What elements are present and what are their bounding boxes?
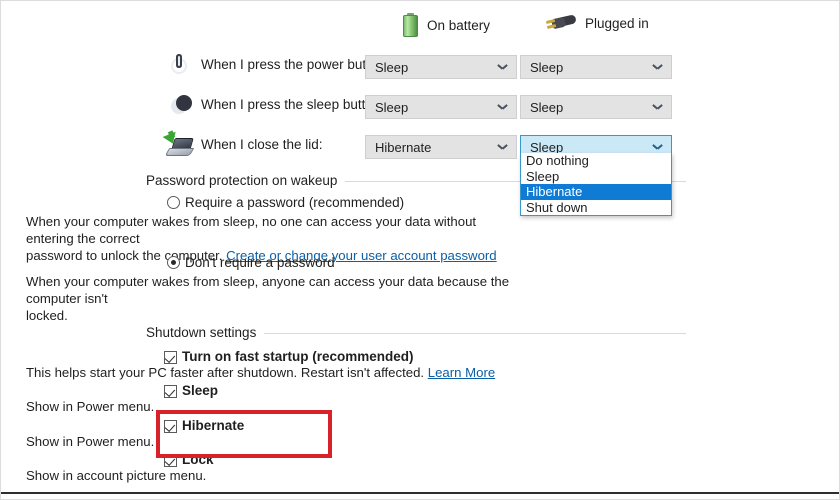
radio-require-password-label: Require a password (recommended) <box>185 195 405 210</box>
learn-more-link[interactable]: Learn More <box>428 365 495 380</box>
chevron-down-icon <box>653 64 662 69</box>
setting-row-sleep-button: When I press the sleep button: Sleep Sle… <box>1 89 839 129</box>
power-button-icon <box>164 51 194 81</box>
setting-row-power-button: When I press the power button: Sleep Sle… <box>1 49 839 89</box>
setting-row-close-lid-label: When I close the lid: <box>201 137 323 152</box>
chevron-down-icon <box>653 144 662 149</box>
radio-dont-require-password-desc-line2: locked. <box>26 308 68 323</box>
setting-row-close-lid: When I close the lid: Hibernate Sleep <box>1 129 839 169</box>
password-section-title: Password protection on wakeup <box>146 173 346 188</box>
radio-dont-require-password-label: Don't require a password <box>185 255 335 270</box>
combo-sleep-button-on-battery-value: Sleep <box>375 99 409 115</box>
dropdown-option-shut-down[interactable]: Shut down <box>521 200 671 216</box>
column-headers: On battery Plugged in <box>1 9 839 43</box>
shutdown-section-title: Shutdown settings <box>146 325 265 340</box>
combo-sleep-button-plugged-in[interactable]: Sleep <box>520 95 672 119</box>
column-header-on-battery: On battery <box>403 13 490 37</box>
sleep-button-icon <box>164 91 194 121</box>
power-options-panel: On battery Plugged in When I press the p… <box>0 0 840 500</box>
power-plug-icon <box>545 13 577 33</box>
combo-sleep-button-plugged-in-value: Sleep <box>530 99 564 115</box>
combo-power-button-on-battery-value: Sleep <box>375 59 409 75</box>
annotation-highlight-hibernate <box>156 410 332 458</box>
checkbox-fast-startup-desc-text: This helps start your PC faster after sh… <box>26 365 425 380</box>
checkbox-hibernate-desc: Show in Power menu. <box>26 434 155 449</box>
chevron-down-icon <box>498 64 507 69</box>
checkbox-fast-startup-indicator <box>164 351 177 364</box>
column-header-plugged-in: Plugged in <box>545 13 649 33</box>
bottom-divider <box>1 492 839 494</box>
column-header-on-battery-label: On battery <box>427 17 491 33</box>
checkbox-sleep-desc: Show in Power menu. <box>26 399 155 414</box>
checkbox-sleep-label: Sleep <box>182 383 219 398</box>
dropdown-option-hibernate[interactable]: Hibernate <box>521 184 671 200</box>
dropdown-option-do-nothing[interactable]: Do nothing <box>521 153 671 169</box>
radio-dont-require-password-indicator <box>167 256 180 269</box>
chevron-down-icon <box>498 144 507 149</box>
radio-dont-require-password-desc: When your computer wakes from sleep, any… <box>26 273 526 324</box>
close-lid-icon <box>162 130 195 161</box>
combo-sleep-button-on-battery[interactable]: Sleep <box>365 95 517 119</box>
checkbox-lock-desc: Show in account picture menu. <box>26 468 207 483</box>
checkbox-fast-startup-label: Turn on fast startup (recommended) <box>182 349 414 364</box>
combo-close-lid-on-battery[interactable]: Hibernate <box>365 135 517 159</box>
column-header-plugged-in-label: Plugged in <box>585 15 649 31</box>
combo-close-lid-on-battery-value: Hibernate <box>375 139 432 155</box>
checkbox-fast-startup-desc: This helps start your PC faster after sh… <box>26 365 495 380</box>
radio-require-password-indicator <box>167 196 180 209</box>
chevron-down-icon <box>498 104 507 109</box>
setting-row-sleep-button-label: When I press the sleep button: <box>201 97 385 112</box>
combo-power-button-plugged-in-value: Sleep <box>530 59 564 75</box>
dropdown-option-sleep[interactable]: Sleep <box>521 169 671 185</box>
checkbox-sleep-indicator <box>164 385 177 398</box>
dropdown-close-lid-plugged-in[interactable]: Do nothing Sleep Hibernate Shut down <box>520 153 672 216</box>
battery-icon <box>403 13 418 37</box>
combo-power-button-plugged-in[interactable]: Sleep <box>520 55 672 79</box>
chevron-down-icon <box>653 104 662 109</box>
radio-require-password-desc-line1: When your computer wakes from sleep, no … <box>26 214 477 246</box>
setting-row-power-button-label: When I press the power button: <box>201 57 389 72</box>
combo-power-button-on-battery[interactable]: Sleep <box>365 55 517 79</box>
radio-dont-require-password-desc-line1: When your computer wakes from sleep, any… <box>26 274 510 306</box>
